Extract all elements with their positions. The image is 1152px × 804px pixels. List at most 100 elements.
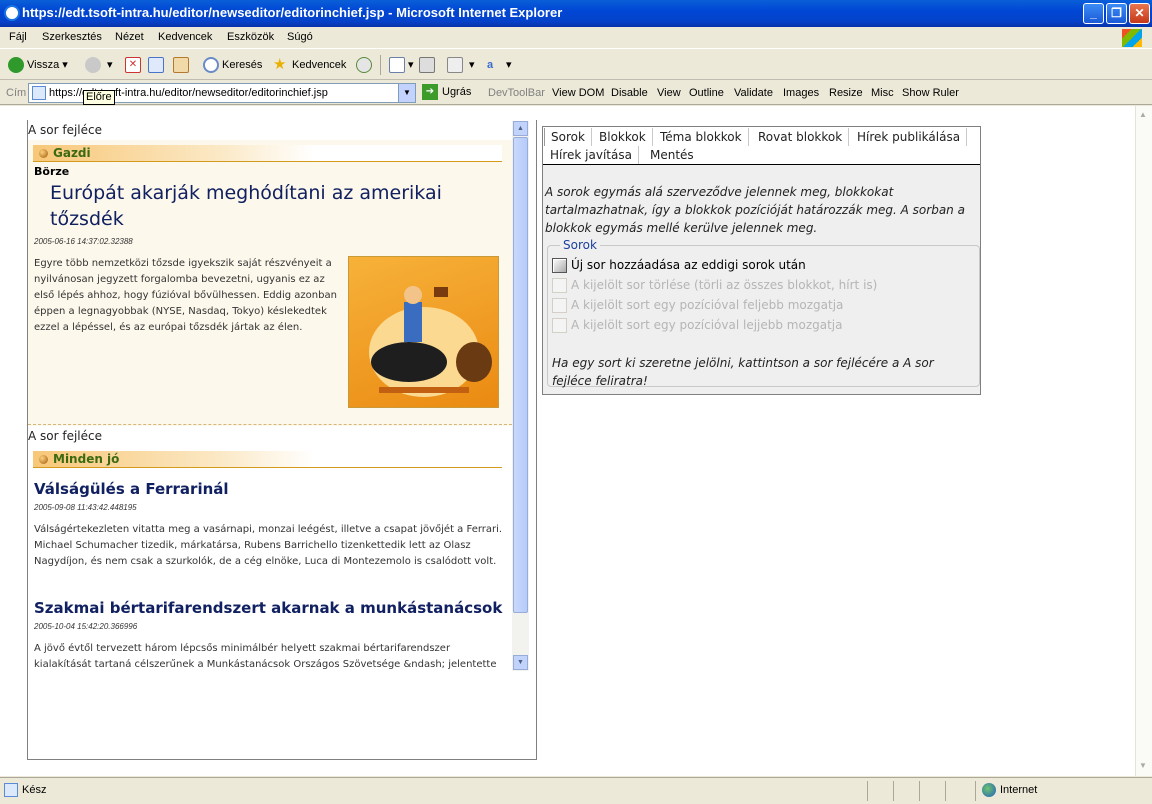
maximize-button[interactable]: ❐ bbox=[1106, 3, 1127, 24]
category-header: Minden jó bbox=[33, 451, 502, 468]
minimize-button[interactable]: _ bbox=[1083, 3, 1104, 24]
devtool-images[interactable]: Images bbox=[783, 87, 819, 99]
row-block: Gazdi Börze Európát akarják meghódítani … bbox=[28, 140, 512, 426]
category-title: Minden jó bbox=[53, 452, 120, 466]
address-dropdown-button[interactable]: ▼ bbox=[398, 84, 415, 102]
tab-publish-news[interactable]: Hírek publikálása bbox=[851, 128, 968, 146]
favorites-button[interactable]: ★ Kedvencek bbox=[273, 56, 346, 74]
menu-bar: Fájl Szerkesztés Nézet Kedvencek Eszközö… bbox=[0, 27, 1152, 49]
row-header[interactable]: A sor fejléce bbox=[28, 429, 102, 443]
close-button[interactable]: ✕ bbox=[1129, 3, 1150, 24]
printer-icon bbox=[419, 57, 435, 74]
refresh-button[interactable] bbox=[148, 56, 167, 74]
panel-description: A sorok egymás alá szerveződve jelennek … bbox=[545, 185, 965, 235]
selection-hint: Ha egy sort ki szeretne jelölni, kattint… bbox=[552, 356, 934, 388]
search-button[interactable]: Keresés bbox=[203, 56, 262, 74]
edit-button[interactable]: ▾ bbox=[447, 56, 475, 74]
home-icon bbox=[173, 57, 189, 74]
devtoolbar-label: DevToolBar bbox=[488, 87, 545, 99]
frame-scrollbar[interactable]: ▲ ▼ bbox=[512, 121, 529, 671]
scroll-down-icon[interactable]: ▼ bbox=[1139, 761, 1147, 770]
article-body: Válságértekezleten vitatta meg a vasárna… bbox=[34, 524, 503, 567]
zone-text: Internet bbox=[1000, 784, 1038, 796]
scroll-up-icon[interactable]: ▲ bbox=[1139, 110, 1147, 119]
tab-theme-blocks[interactable]: Téma blokkok bbox=[654, 128, 749, 146]
devtool-view[interactable]: View bbox=[657, 87, 681, 99]
back-arrow-icon bbox=[8, 57, 24, 74]
star-icon: ★ bbox=[273, 56, 287, 74]
stop-button[interactable]: ✕ bbox=[125, 56, 144, 74]
forward-arrow-icon bbox=[85, 57, 101, 74]
ie-logo-icon bbox=[4, 5, 20, 21]
address-label: Cím bbox=[6, 87, 27, 99]
devtool-misc[interactable]: Misc bbox=[871, 87, 894, 99]
devtool-resize[interactable]: Resize bbox=[829, 87, 863, 99]
menu-help[interactable]: Súgó bbox=[287, 31, 313, 43]
article-title[interactable]: Szakmai bértarifarendszert akarnak a mun… bbox=[34, 599, 502, 617]
move-down-icon bbox=[552, 318, 567, 333]
tab-save[interactable]: Mentés bbox=[644, 146, 700, 164]
back-button[interactable]: Vissza ▾ bbox=[8, 56, 68, 74]
article-date: 2005-09-08 11:43:42.448195 bbox=[34, 503, 137, 512]
menu-view[interactable]: Nézet bbox=[115, 31, 144, 43]
rows-panel: Sorok Blokkok Téma blokkok Rovat blokkok… bbox=[542, 126, 981, 395]
article-title[interactable]: Válságülés a Ferrarinál bbox=[34, 480, 229, 498]
tab-section-blocks[interactable]: Rovat blokkok bbox=[752, 128, 850, 146]
article-body: A jövő évtől tervezett három lépcsős min… bbox=[34, 643, 497, 670]
article-date: 2005-10-04 15:42:20.366996 bbox=[34, 622, 138, 631]
article-body: Egyre több nemzetközi tőzsde igyekszik s… bbox=[34, 258, 337, 333]
history-button[interactable] bbox=[356, 56, 375, 74]
status-text: Kész bbox=[22, 784, 47, 796]
globe-icon bbox=[982, 783, 996, 797]
devtool-show-ruler[interactable]: Show Ruler bbox=[902, 87, 959, 99]
forward-tooltip: Előre bbox=[83, 90, 115, 105]
category-header: Gazdi bbox=[33, 145, 502, 162]
print-button[interactable] bbox=[419, 56, 438, 74]
tab-bar: Sorok Blokkok Téma blokkok Rovat blokkok… bbox=[543, 127, 980, 165]
subcategory-title: Börze bbox=[34, 165, 70, 178]
home-button[interactable] bbox=[173, 56, 192, 74]
devtool-disable[interactable]: Disable bbox=[611, 87, 648, 99]
row-divider bbox=[28, 424, 512, 425]
forward-button[interactable]: ▾ bbox=[85, 56, 113, 74]
page-scrollbar[interactable]: ▲ ▼ bbox=[1135, 106, 1152, 776]
go-button[interactable]: ➔ Ugrás bbox=[422, 84, 471, 100]
translate-button[interactable]: a ▾ bbox=[487, 56, 512, 74]
delete-row-button: A kijelölt sor törlése (törli az összes … bbox=[552, 278, 877, 293]
refresh-icon bbox=[148, 57, 164, 74]
bullet-icon bbox=[39, 149, 48, 158]
row-header[interactable]: A sor fejléce bbox=[28, 123, 102, 137]
article-title[interactable]: Európát akarják meghódítani az amerikai … bbox=[50, 180, 490, 232]
bullet-icon bbox=[39, 455, 48, 464]
bull-bear-illustration bbox=[369, 286, 492, 397]
menu-tools[interactable]: Eszközök bbox=[227, 31, 274, 43]
tab-rows[interactable]: Sorok bbox=[544, 128, 592, 146]
page-icon bbox=[32, 86, 46, 100]
devtool-validate[interactable]: Validate bbox=[734, 87, 773, 99]
scroll-up-arrow-icon[interactable]: ▲ bbox=[513, 121, 528, 136]
window-title: https://edt.tsoft-intra.hu/editor/newsed… bbox=[22, 5, 563, 20]
title-bar: https://edt.tsoft-intra.hu/editor/newsed… bbox=[0, 0, 1152, 27]
mail-button[interactable]: ▾ bbox=[389, 56, 414, 74]
fieldset-legend: Sorok bbox=[560, 238, 600, 252]
devtool-outline[interactable]: Outline bbox=[689, 87, 724, 99]
menu-file[interactable]: Fájl bbox=[9, 31, 27, 43]
stop-icon: ✕ bbox=[125, 57, 141, 74]
devtool-view-dom[interactable]: View DOM bbox=[552, 87, 604, 99]
go-arrow-icon: ➔ bbox=[422, 84, 438, 100]
rows-fieldset: Sorok Új sor hozzáadása az eddigi sorok … bbox=[547, 238, 980, 388]
status-bar: Kész Internet bbox=[0, 777, 1152, 804]
mail-icon bbox=[389, 57, 405, 74]
tab-fix-news[interactable]: Hírek javítása bbox=[544, 146, 639, 164]
page-status-icon bbox=[4, 783, 18, 797]
menu-favorites[interactable]: Kedvencek bbox=[158, 31, 212, 43]
add-row-button[interactable]: Új sor hozzáadása az eddigi sorok után bbox=[552, 258, 806, 273]
category-title: Gazdi bbox=[53, 146, 91, 160]
delete-row-icon bbox=[552, 278, 567, 293]
menu-edit[interactable]: Szerkesztés bbox=[42, 31, 102, 43]
scrollbar-thumb[interactable] bbox=[513, 137, 528, 613]
toolbar: Vissza ▾ ▾ ✕ Keresés ★ Kedvencek ▾ ▾ a ▾ bbox=[0, 50, 1152, 80]
scroll-down-arrow-icon[interactable]: ▼ bbox=[513, 655, 528, 670]
move-row-down-button: A kijelölt sort egy pozícióval lejjebb m… bbox=[552, 318, 843, 333]
tab-blocks[interactable]: Blokkok bbox=[593, 128, 653, 146]
